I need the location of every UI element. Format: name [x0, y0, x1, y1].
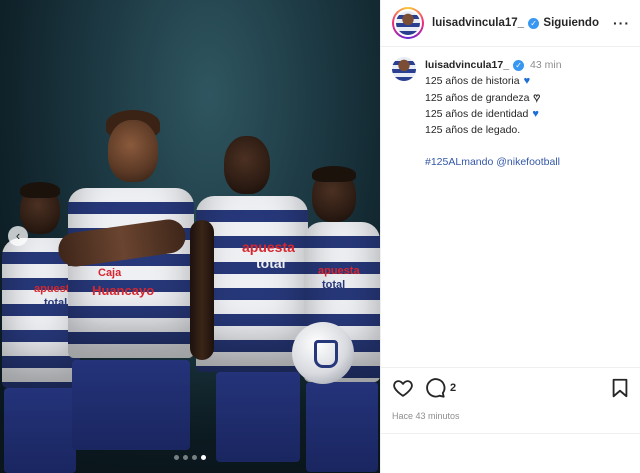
caption-line: 125 años de historia ♥ — [425, 73, 562, 89]
verified-badge-icon: ✓ — [528, 17, 540, 29]
hashtag-link[interactable]: #125ALmando — [425, 156, 493, 168]
post-time-short[interactable]: 43 min — [530, 57, 562, 73]
caption-text: 125 años de historia — [425, 75, 520, 88]
caption-text: 125 años de identidad — [425, 107, 529, 120]
caption-username[interactable]: luisadvincula17_ — [425, 57, 509, 73]
white-heart-icon: ♥ — [533, 91, 541, 104]
caption-text: 125 años de grandeza — [425, 91, 530, 104]
football — [292, 322, 354, 384]
sponsor-text-8: total — [322, 279, 346, 291]
sponsor-text-6: total — [256, 255, 286, 271]
heart-icon[interactable] — [392, 377, 414, 399]
carousel-dot-active[interactable] — [201, 455, 206, 460]
caption-tags: #125ALmando @nikefootball — [425, 154, 562, 170]
author-avatar-ring[interactable] — [392, 7, 424, 39]
chevron-left-icon: ‹ — [15, 228, 21, 243]
carousel-dot[interactable] — [183, 455, 188, 460]
blue-heart-icon: ♥ — [532, 107, 539, 120]
sponsor-text-4: Huancayo — [92, 283, 155, 298]
player-center: apuesta total — [190, 132, 308, 473]
carousel-prev-button[interactable]: ‹ — [8, 226, 28, 246]
more-options-icon[interactable]: ··· — [613, 15, 630, 31]
following-button[interactable]: Siguiendo — [543, 17, 599, 29]
player-captain: Caja Huancayo — [56, 108, 200, 473]
sponsor-text-7: apuesta — [318, 265, 360, 277]
divider — [381, 433, 640, 434]
caption-avatar[interactable] — [392, 57, 416, 81]
verified-badge-icon: ✓ — [513, 59, 525, 71]
comment-icon[interactable] — [424, 377, 446, 399]
mention-link[interactable]: @nikefootball — [496, 156, 560, 168]
sponsor-text-5: apuesta — [242, 239, 295, 255]
caption-text: 125 años de legado. — [425, 124, 521, 137]
player-right: apuesta total — [300, 166, 380, 473]
caption-line: 125 años de identidad ♥ — [425, 106, 562, 122]
carousel-dot[interactable] — [192, 455, 197, 460]
carousel-dots — [0, 455, 380, 460]
post-caption: luisadvincula17_ ✓ 43 min 125 años de hi… — [381, 47, 640, 171]
post-side-panel: luisadvincula17_ ✓ Siguiendo ··· luisadv… — [380, 0, 640, 473]
avatar[interactable] — [394, 9, 422, 37]
post-header: luisadvincula17_ ✓ Siguiendo ··· — [381, 0, 640, 47]
post-media[interactable]: apuesta total Caja Huancayo apuesta tota… — [0, 0, 380, 473]
post-actions: 2 Hace 43 minutos — [381, 367, 640, 421]
blue-heart-icon: ♥ — [523, 75, 531, 88]
caption-line: 125 años de legado. — [425, 122, 562, 138]
carousel-dot[interactable] — [174, 455, 179, 460]
comment-count[interactable]: 2 — [450, 382, 456, 394]
sponsor-text-3: Caja — [98, 267, 122, 279]
post-time-long[interactable]: Hace 43 minutos — [392, 411, 631, 421]
caption-line: 125 años de grandeza ♥ — [425, 90, 562, 106]
author-username[interactable]: luisadvincula17_ — [432, 17, 524, 29]
bookmark-icon[interactable] — [609, 377, 631, 399]
